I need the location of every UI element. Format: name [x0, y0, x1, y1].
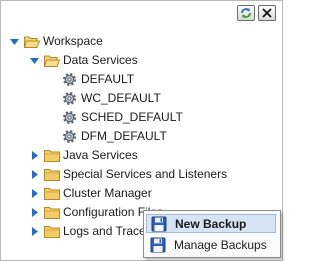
tree-label: WC_DEFAULT [81, 91, 161, 105]
tree-label: Java Services [63, 148, 138, 162]
refresh-icon [241, 8, 251, 18]
tree-node-service[interactable]: DEFAULT [62, 70, 134, 88]
panel-toolbar [237, 5, 276, 21]
open-folder-icon [24, 34, 40, 48]
collapsed-arrow-icon[interactable] [29, 150, 39, 160]
tree-label: DEFAULT [81, 72, 135, 86]
collapsed-arrow-icon[interactable] [29, 169, 39, 179]
tree-node-service[interactable]: SCHED_DEFAULT [62, 108, 183, 126]
menu-item-new-backup[interactable]: New Backup [146, 214, 276, 233]
collapsed-arrow-icon[interactable] [29, 207, 39, 217]
gear-icon [62, 129, 78, 143]
menu-item-label: Manage Backups [174, 237, 267, 252]
tree-label: Logs and Traces [63, 224, 152, 238]
menu-item-label: New Backup [175, 216, 247, 231]
expanded-arrow-icon[interactable] [29, 55, 39, 65]
collapsed-arrow-icon[interactable] [29, 188, 39, 198]
expanded-arrow-icon[interactable] [9, 36, 19, 46]
folder-icon [44, 148, 60, 162]
refresh-button[interactable] [237, 5, 255, 21]
folder-icon [44, 224, 60, 238]
floppy-disk-icon [150, 237, 168, 253]
folder-icon [44, 167, 60, 181]
gear-icon [62, 91, 78, 105]
tree-label: Workspace [43, 34, 103, 48]
collapsed-arrow-icon[interactable] [29, 226, 39, 236]
close-button[interactable] [258, 5, 276, 21]
tree-node-logs-and-traces[interactable]: Logs and Traces [29, 222, 152, 240]
tree-node-java-services[interactable]: Java Services [29, 146, 138, 164]
folder-icon [44, 205, 60, 219]
tree-node-service[interactable]: DFM_DEFAULT [62, 127, 167, 145]
gear-icon [62, 110, 78, 124]
tree-label: DFM_DEFAULT [81, 129, 167, 143]
tree-label: Data Services [63, 53, 138, 67]
context-menu: New Backup Manage Backups [143, 210, 281, 258]
tree-label: Special Services and Listeners [63, 167, 228, 181]
gear-icon [62, 72, 78, 86]
open-folder-icon [44, 53, 60, 67]
tree-node-workspace[interactable]: Workspace [9, 32, 103, 50]
menu-item-manage-backups[interactable]: Manage Backups [146, 235, 276, 254]
tree-node-special-services[interactable]: Special Services and Listeners [29, 165, 227, 183]
floppy-disk-icon [151, 216, 169, 232]
folder-icon [44, 186, 60, 200]
tree-label: SCHED_DEFAULT [81, 110, 183, 124]
tree-label: Cluster Manager [63, 186, 152, 200]
tree-node-data-services[interactable]: Data Services [29, 51, 138, 69]
tree-node-service[interactable]: WC_DEFAULT [62, 89, 161, 107]
tree-node-cluster-manager[interactable]: Cluster Manager [29, 184, 152, 202]
close-icon [262, 8, 272, 18]
